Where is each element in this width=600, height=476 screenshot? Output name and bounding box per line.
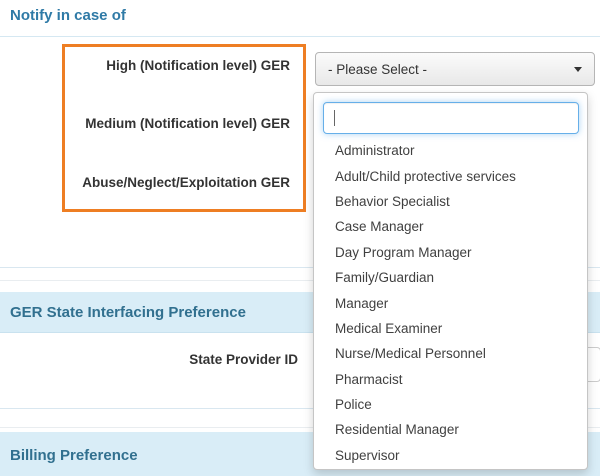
dropdown-option[interactable]: Nurse/Medical Personnel	[314, 341, 587, 366]
section-header-label: Billing Preference	[10, 447, 138, 464]
dropdown-search-input[interactable]	[323, 102, 579, 134]
dropdown-option[interactable]: Administrator	[314, 138, 587, 163]
dropdown-option[interactable]: Medical Examiner	[314, 316, 587, 341]
label-state-provider-id: State Provider ID	[0, 352, 298, 367]
high-notification-ger-select-button[interactable]: - Please Select -	[315, 52, 595, 86]
dropdown-option[interactable]: Case Manager	[314, 214, 587, 239]
dropdown-option[interactable]: Behavior Specialist	[314, 189, 587, 214]
dropdown-option[interactable]: Day Program Manager	[314, 240, 587, 265]
caret-down-icon	[574, 67, 582, 72]
dropdown-panel: AdministratorAdult/Child protective serv…	[313, 92, 588, 470]
page-title: Notify in case of	[10, 7, 126, 24]
dropdown-option[interactable]: Supervisor	[314, 443, 587, 468]
divider	[0, 36, 600, 37]
dropdown-option[interactable]: Pharmacist	[314, 367, 587, 392]
label-medium-notification-ger: Medium (Notification level) GER	[0, 116, 290, 131]
select-button-value: - Please Select -	[328, 62, 427, 77]
dropdown-option[interactable]: Manager	[314, 290, 587, 315]
label-high-notification-ger: High (Notification level) GER	[0, 58, 290, 73]
preferences-form: Notify in case of High (Notification lev…	[0, 0, 600, 476]
text-cursor	[334, 110, 335, 126]
dropdown-option[interactable]: Residential Manager	[314, 417, 587, 442]
label-abuse-neglect-exploitation-ger: Abuse/Neglect/Exploitation GER	[0, 175, 290, 190]
dropdown-option[interactable]: Police	[314, 392, 587, 417]
dropdown-search-wrap	[323, 102, 579, 134]
dropdown-option[interactable]: Adult/Child protective services	[314, 163, 587, 188]
section-header-label: GER State Interfacing Preference	[10, 304, 246, 321]
dropdown-option-list: AdministratorAdult/Child protective serv…	[314, 138, 587, 468]
dropdown-option[interactable]: Family/Guardian	[314, 265, 587, 290]
